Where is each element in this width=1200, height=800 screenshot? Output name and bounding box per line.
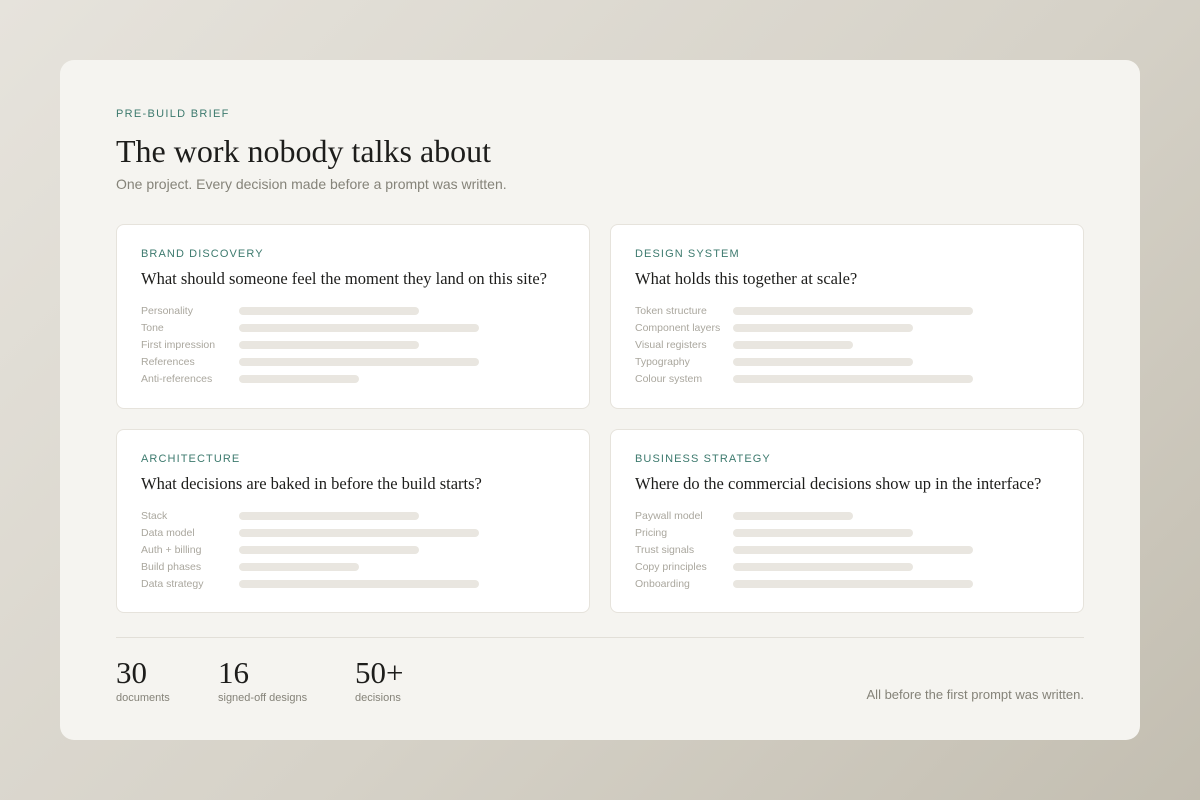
row-bar (733, 562, 913, 571)
card-label: ARCHITECTURE (141, 453, 241, 465)
row-bar (239, 579, 479, 588)
stat-label: signed-off designs (218, 692, 308, 704)
card-row: Auth + billing (141, 541, 565, 558)
row-bar (733, 511, 853, 520)
row-label: Build phases (141, 560, 202, 573)
card-architecture: ARCHITECTURE What decisions are baked in… (116, 429, 590, 613)
page-subtitle: One project. Every decision made before … (116, 176, 507, 192)
eyebrow-label: PRE-BUILD BRIEF (116, 108, 230, 120)
card-design-system: DESIGN SYSTEM What holds this together a… (610, 224, 1084, 409)
row-label: Colour system (635, 372, 703, 385)
card-row: Data model (141, 524, 565, 541)
row-bar (239, 340, 419, 349)
row-label: First impression (141, 338, 216, 351)
card-row: First impression (141, 336, 565, 353)
card-row: Onboarding (635, 575, 1059, 592)
card-rows: Token structure Component layers Visual … (635, 302, 1059, 387)
row-bar (239, 323, 479, 332)
card-rows: Stack Data model Auth + billing Build ph… (141, 507, 565, 592)
row-bar (733, 579, 973, 588)
row-label: Typography (635, 355, 690, 368)
card-row: Stack (141, 507, 565, 524)
row-bar (239, 374, 359, 383)
row-bar (733, 374, 973, 383)
card-row: Anti-references (141, 370, 565, 387)
card-label: DESIGN SYSTEM (635, 248, 740, 260)
row-label: Token structure (635, 304, 707, 317)
card-row: Token structure (635, 302, 1059, 319)
row-label: References (141, 355, 195, 368)
card-rows: Personality Tone First impression Refere… (141, 302, 565, 387)
row-bar (239, 306, 419, 315)
row-label: Onboarding (635, 577, 690, 590)
row-bar (239, 562, 359, 571)
card-label: BUSINESS STRATEGY (635, 453, 771, 465)
card-business-strategy: BUSINESS STRATEGY Where do the commercia… (610, 429, 1084, 613)
row-label: Trust signals (635, 543, 695, 556)
row-label: Visual registers (635, 338, 707, 351)
row-bar (733, 323, 913, 332)
row-label: Paywall model (635, 509, 703, 522)
stat-label: documents (116, 692, 170, 704)
card-question: What holds this together at scale? (635, 269, 858, 288)
card-row: Pricing (635, 524, 1059, 541)
row-label: Component layers (635, 321, 721, 334)
row-label: Pricing (635, 526, 668, 539)
card-row: References (141, 353, 565, 370)
stat-value: 30 (116, 655, 147, 690)
card-row: Trust signals (635, 541, 1059, 558)
row-label: Auth + billing (141, 543, 202, 556)
card-row: Typography (635, 353, 1059, 370)
footer-note: All before the first prompt was written. (866, 687, 1084, 702)
card-row: Build phases (141, 558, 565, 575)
footer-divider (116, 637, 1084, 638)
card-row: Personality (141, 302, 565, 319)
stat-designs: 16 signed-off designs (218, 655, 308, 705)
brief-panel: PRE-BUILD BRIEF The work nobody talks ab… (60, 60, 1140, 740)
card-row: Data strategy (141, 575, 565, 592)
row-bar (239, 528, 479, 537)
row-bar (733, 528, 913, 537)
row-label: Tone (141, 321, 164, 334)
card-row: Component layers (635, 319, 1059, 336)
row-label: Data model (141, 526, 195, 539)
card-row: Colour system (635, 370, 1059, 387)
row-label: Stack (141, 509, 168, 522)
row-bar (733, 545, 973, 554)
page-title: The work nobody talks about (116, 133, 492, 169)
row-bar (733, 340, 853, 349)
card-question: Where do the commercial decisions show u… (635, 474, 1042, 493)
card-row: Tone (141, 319, 565, 336)
stat-decisions: 50+ decisions (355, 655, 404, 705)
row-bar (239, 357, 479, 366)
row-bar (733, 306, 973, 315)
card-brand-discovery: BRAND DISCOVERY What should someone feel… (116, 224, 590, 409)
row-label: Data strategy (141, 577, 204, 590)
row-label: Anti-references (141, 372, 213, 385)
card-rows: Paywall model Pricing Trust signals Copy… (635, 507, 1059, 592)
stat-value: 16 (218, 655, 249, 690)
card-row: Paywall model (635, 507, 1059, 524)
card-row: Visual registers (635, 336, 1059, 353)
stat-documents: 30 documents (116, 655, 170, 705)
card-question: What decisions are baked in before the b… (141, 474, 482, 493)
row-bar (239, 511, 419, 520)
row-label: Copy principles (635, 560, 707, 573)
row-label: Personality (141, 304, 193, 317)
card-label: BRAND DISCOVERY (141, 248, 264, 260)
card-row: Copy principles (635, 558, 1059, 575)
stat-value: 50+ (355, 655, 404, 690)
row-bar (733, 357, 913, 366)
stat-label: decisions (355, 692, 401, 704)
row-bar (239, 545, 419, 554)
card-question: What should someone feel the moment they… (141, 269, 547, 288)
